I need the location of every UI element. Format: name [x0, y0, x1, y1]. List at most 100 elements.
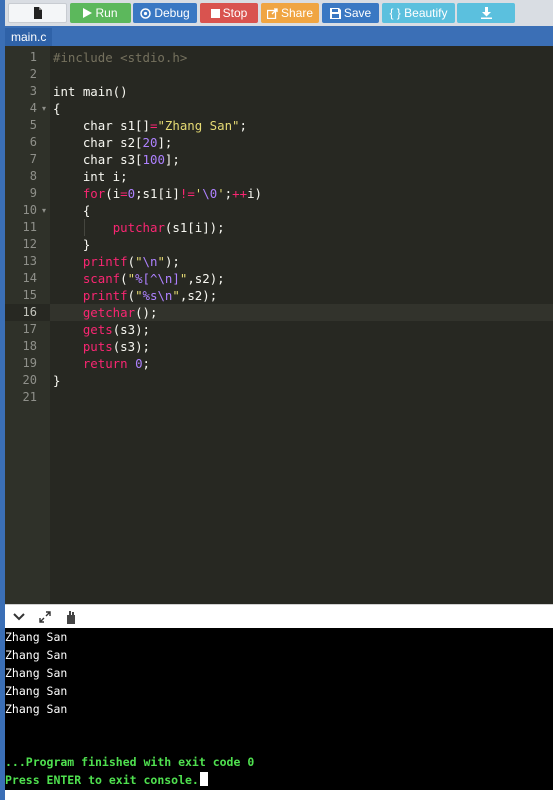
code-line[interactable]: 10 ▾ { — [5, 202, 553, 219]
line-number: 11 — [22, 220, 37, 234]
line-number: 18 — [22, 339, 37, 353]
code-line-text: char s3[100]; — [53, 152, 180, 167]
line-number: 6 — [29, 135, 37, 149]
settings-icon[interactable] — [63, 609, 79, 625]
line-number: 8 — [29, 169, 37, 183]
line-number: 17 — [22, 322, 37, 336]
code-line[interactable]: 11 putchar(s1[i]); — [5, 219, 553, 236]
code-line-text: scanf("%[^\n]",s2); — [82, 271, 225, 286]
console-output-line: Zhang San — [5, 684, 68, 698]
line-number: 15 — [22, 288, 37, 302]
line-number: 1 — [29, 50, 37, 64]
code-line[interactable]: 9 for(i=0;s1[i]!='\0';++i) — [5, 185, 553, 202]
debug-label: Debug — [154, 6, 190, 20]
beautify-button[interactable]: { } Beautify — [382, 3, 455, 23]
code-line-text: printf("%s\n",s2); — [82, 288, 218, 303]
tab-main-c[interactable]: main.c — [5, 28, 53, 46]
code-line[interactable]: 14 scanf("%[^\n]",s2); — [5, 270, 553, 287]
stop-label: Stop — [222, 6, 248, 20]
code-line-text: #include <stdio.h> — [53, 50, 188, 65]
line-number: 9 — [29, 186, 37, 200]
code-line[interactable]: 1 #include <stdio.h> — [5, 49, 553, 66]
code-line[interactable]: 2 — [5, 66, 553, 83]
bottom-strip — [5, 790, 553, 800]
code-line-text: printf("\n"); — [82, 254, 180, 269]
line-number: 13 — [22, 254, 37, 268]
code-line[interactable]: 20} — [5, 372, 553, 389]
expand-icon[interactable] — [37, 609, 53, 625]
code-line-text: putchar(s1[i]); — [112, 220, 225, 235]
line-number: 3 — [29, 84, 37, 98]
share-label: Share — [280, 6, 314, 20]
code-line[interactable]: 8 int i; — [5, 168, 553, 185]
debug-button[interactable]: Debug — [133, 3, 197, 23]
code-line[interactable]: 16 getchar(); — [5, 304, 553, 321]
code-line[interactable]: 3 int main() — [5, 83, 553, 100]
line-number: 20 — [22, 373, 37, 387]
run-button[interactable]: Run — [70, 3, 131, 23]
console-output-line: Zhang San — [5, 630, 68, 644]
code-line[interactable]: 13 printf("\n"); — [5, 253, 553, 270]
play-icon — [83, 8, 93, 18]
code-line-text: return 0; — [82, 356, 151, 371]
code-line-text: puts(s3); — [82, 339, 150, 354]
share-button[interactable]: Share — [261, 3, 319, 23]
console-output[interactable]: Zhang San Zhang San Zhang San Zhang San … — [5, 628, 553, 790]
new-file-icon — [33, 7, 43, 19]
run-label: Run — [95, 6, 118, 20]
code-line-text: { — [53, 203, 91, 218]
chevron-down-icon[interactable] — [11, 609, 27, 625]
code-line-text: getchar(); — [82, 305, 158, 320]
indent-guide — [84, 219, 85, 236]
new-file-button[interactable] — [8, 3, 67, 23]
exit-prompt-text: Press ENTER to exit console. — [5, 773, 199, 787]
code-line[interactable]: 21 — [5, 389, 553, 406]
console-output-line: Zhang San — [5, 702, 68, 716]
code-line-text: gets(s3); — [82, 322, 150, 337]
code-editor[interactable]: 1 #include <stdio.h> 2 3 int main() 4 ▾{5 char… — [5, 46, 553, 604]
code-line[interactable]: 4 ▾{ — [5, 100, 553, 117]
line-number: 21 — [22, 390, 37, 404]
console-output-line: Zhang San — [5, 648, 68, 662]
code-line[interactable]: 19 return 0; — [5, 355, 553, 372]
code-line-text: char s2[20]; — [53, 135, 173, 150]
code-line-text: { — [53, 101, 61, 116]
line-number: 5 — [29, 118, 37, 132]
save-icon — [329, 7, 341, 19]
line-number: 19 — [22, 356, 37, 370]
stop-icon — [210, 8, 220, 18]
beautify-label: { } Beautify — [389, 6, 448, 20]
exit-code-message: ...Program finished with exit code 0 — [5, 755, 255, 769]
save-label: Save — [343, 6, 372, 20]
line-number: 7 — [29, 152, 37, 166]
fold-toggle-icon[interactable]: ▾ — [42, 100, 50, 117]
code-line-text: int i; — [53, 169, 128, 184]
line-number: 2 — [29, 67, 37, 81]
download-button[interactable] — [457, 3, 515, 23]
code-line-text: for(i=0;s1[i]!='\0';++i) — [82, 186, 262, 201]
save-button[interactable]: Save — [322, 3, 379, 23]
code-line[interactable]: 12 } — [5, 236, 553, 253]
code-line[interactable]: 7 char s3[100]; — [5, 151, 553, 168]
stop-button[interactable]: Stop — [200, 3, 258, 23]
line-number: 14 — [22, 271, 37, 285]
code-line-text: int main() — [53, 84, 128, 99]
toolbar: Run Debug Stop Share Save { } Beautify — [5, 0, 553, 26]
console-toolbar — [5, 604, 553, 628]
exit-prompt-line: Press ENTER to exit console. — [5, 771, 208, 789]
code-line[interactable]: 6 char s2[20]; — [5, 134, 553, 151]
code-line-text: char s1[]="Zhang San"; — [53, 118, 247, 133]
fold-toggle-icon[interactable]: ▾ — [42, 202, 50, 219]
code-line-text: } — [53, 373, 61, 388]
debug-icon — [140, 7, 152, 19]
file-tab-bar: main.c — [5, 26, 553, 46]
console-cursor — [199, 772, 208, 786]
line-number: 12 — [22, 237, 37, 251]
code-line[interactable]: 5 char s1[]="Zhang San"; — [5, 117, 553, 134]
code-line[interactable]: 17 gets(s3); — [5, 321, 553, 338]
code-line[interactable]: 15 printf("%s\n",s2); — [5, 287, 553, 304]
code-line-text: } — [53, 237, 91, 252]
share-icon — [266, 7, 278, 19]
line-number: 16 — [5, 304, 50, 321]
code-line[interactable]: 18 puts(s3); — [5, 338, 553, 355]
